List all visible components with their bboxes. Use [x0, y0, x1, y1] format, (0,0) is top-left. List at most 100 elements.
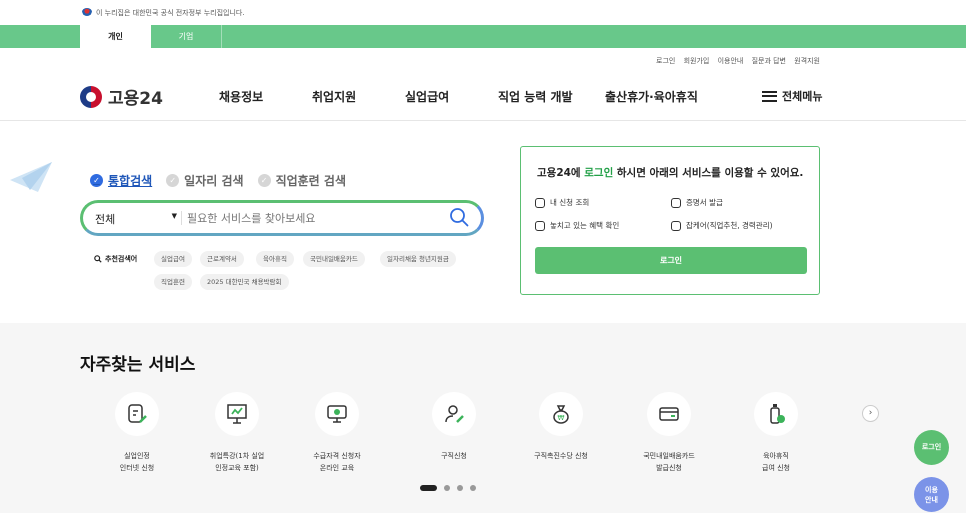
- favorite-item[interactable]: 육아휴직급여 신청: [731, 392, 821, 474]
- tab-personal[interactable]: 개인: [80, 25, 151, 48]
- favorite-label: 구직신청: [441, 452, 467, 460]
- service-jobcare[interactable]: 잡케어(직업추천, 경력관리): [671, 220, 773, 231]
- favorite-item[interactable]: 수급자격 신청자온라인 교육: [292, 392, 382, 474]
- util-link-guide[interactable]: 이용안내: [718, 57, 744, 65]
- header-divider: [0, 120, 966, 121]
- favorites-title: 자주찾는 서비스: [80, 355, 196, 375]
- service-my-applications[interactable]: 내 신청 조회: [535, 197, 589, 208]
- favorite-label: 온라인 교육: [319, 464, 355, 472]
- favorite-item[interactable]: ₩ 구직촉진수당 신청: [516, 392, 606, 462]
- jobcare-icon: [671, 220, 681, 231]
- service-label: 놓치고 있는 혜택 확인: [550, 221, 620, 230]
- gnb-item-unemployment[interactable]: 실업급여: [405, 88, 449, 105]
- check-icon: ✓: [257, 174, 271, 187]
- favorite-item[interactable]: 구직신청: [409, 392, 499, 462]
- keyword-chip[interactable]: 2025 대한민국 채용박람회: [200, 274, 289, 290]
- search-icon: [94, 255, 102, 263]
- search-type-label: 통합검색: [108, 174, 153, 188]
- gnb-item-jobs[interactable]: 채용정보: [219, 88, 263, 105]
- login-card-title: 고용24에 로그인 하시면 아래의 서비스를 이용할 수 있어요.: [537, 165, 803, 180]
- recommended-label-text: 추천검색어: [105, 255, 138, 263]
- carousel-dot[interactable]: [470, 485, 476, 491]
- carousel-pagination: [420, 485, 483, 491]
- keyword-chip[interactable]: 직업훈련: [154, 274, 192, 290]
- keyword-chip[interactable]: 근로계약서: [200, 251, 244, 267]
- gnb-item-parental-leave[interactable]: 출산휴가·육아휴직: [605, 88, 698, 105]
- carousel-dot[interactable]: [444, 485, 450, 491]
- service-certificate[interactable]: 증명서 발급: [671, 197, 723, 208]
- favorite-label: 국민내일배움카드: [643, 452, 695, 460]
- search-type-jobs[interactable]: ✓ 일자리 검색: [166, 172, 244, 189]
- service-label: 증명서 발급: [686, 198, 723, 207]
- favorite-item[interactable]: 실업인정인터넷 신청: [92, 392, 182, 474]
- service-benefits[interactable]: 놓치고 있는 혜택 확인: [535, 220, 619, 231]
- search-type-integrated[interactable]: ✓ 통합검색: [90, 172, 152, 189]
- keyword-chip[interactable]: 일자리채움 청년지원금: [380, 251, 456, 267]
- util-link-login[interactable]: 로그인: [656, 57, 675, 65]
- carousel-next-button[interactable]: ›: [862, 405, 879, 422]
- svg-text:₩: ₩: [558, 414, 565, 422]
- favorite-item[interactable]: 국민내일배움카드발급신청: [624, 392, 714, 474]
- title-login-link[interactable]: 로그인: [584, 167, 613, 179]
- favorite-label: 인정교육 포함): [215, 464, 259, 472]
- guide-label: 이용: [925, 486, 938, 494]
- benefit-search-icon: [535, 220, 545, 231]
- search-type-label: 일자리 검색: [184, 174, 244, 188]
- all-menu-button[interactable]: 전체메뉴: [762, 88, 822, 104]
- search-separator: [181, 211, 182, 225]
- recommended-keywords-label: 추천검색어: [94, 254, 137, 264]
- document-pen-icon: [115, 392, 159, 436]
- carousel-dot[interactable]: [457, 485, 463, 491]
- taegukgi-flag-icon: [82, 8, 92, 16]
- hamburger-icon: [762, 90, 777, 102]
- keyword-chip[interactable]: 국민내일배움카드: [303, 251, 365, 267]
- caret-down-icon: ▼: [171, 212, 177, 220]
- favorite-label: 취업특강(1차 실업: [209, 452, 265, 460]
- search-type-selector: ✓ 통합검색 ✓ 일자리 검색 ✓ 직업훈련 검색: [90, 172, 360, 189]
- search-category-select[interactable]: 전체 ▼: [95, 211, 177, 227]
- site-logo-name: 고용24: [108, 89, 163, 109]
- title-text: 고용24에: [537, 167, 585, 179]
- keyword-chip[interactable]: 실업급여: [154, 251, 192, 267]
- service-label: 잡케어(직업추천, 경력관리): [686, 221, 773, 230]
- baby-bottle-icon: [754, 392, 798, 436]
- site-logo[interactable]: 고용24: [80, 84, 163, 109]
- list-icon: [535, 197, 545, 208]
- search-input[interactable]: [187, 207, 427, 229]
- paper-plane-icon: [10, 162, 52, 192]
- gov-banner: 이 누리집은 대한민국 공식 전자정부 누리집입니다.: [0, 0, 966, 25]
- taeguk-logo-icon: [80, 85, 102, 108]
- favorite-label: 실업인정: [124, 452, 150, 460]
- favorite-label: 수급자격 신청자: [313, 452, 361, 460]
- carousel-dot-active[interactable]: [420, 485, 437, 491]
- util-link-remote[interactable]: 원격지원: [794, 57, 820, 65]
- search-icon[interactable]: [449, 207, 469, 227]
- util-links: 로그인 회원가입 이용안내 질문과 답변 원격지원: [650, 56, 820, 66]
- search-type-training[interactable]: ✓ 직업훈련 검색: [257, 172, 346, 189]
- keyword-chip[interactable]: 육아휴직: [256, 251, 294, 267]
- floating-guide-button[interactable]: 이용안내: [914, 477, 949, 512]
- favorite-item[interactable]: 취업특강(1차 실업인정교육 포함): [192, 392, 282, 474]
- login-card: 고용24에 로그인 하시면 아래의 서비스를 이용할 수 있어요. 내 신청 조…: [520, 146, 820, 295]
- login-button[interactable]: 로그인: [535, 247, 807, 274]
- favorite-label: 인터넷 신청: [119, 464, 155, 472]
- util-link-qna[interactable]: 질문과 답변: [752, 57, 786, 65]
- gnb-item-employment-support[interactable]: 취업지원: [312, 88, 356, 105]
- floating-login-button[interactable]: 로그인: [914, 430, 949, 465]
- gnb-item-vocational[interactable]: 직업 능력 개발: [498, 88, 573, 105]
- check-icon: ✓: [90, 174, 103, 187]
- search-type-label: 직업훈련 검색: [275, 174, 346, 188]
- favorite-label: 급여 신청: [762, 464, 790, 472]
- guide-label: 안내: [925, 496, 938, 504]
- lecture-board-icon: [215, 392, 259, 436]
- user-type-tabbar: 개인 기업: [0, 25, 966, 48]
- search-box: 전체 ▼: [80, 200, 484, 236]
- favorite-label: 구직촉진수당 신청: [534, 452, 588, 460]
- favorite-label: 육아휴직: [763, 452, 789, 460]
- util-link-signup[interactable]: 회원가입: [684, 57, 710, 65]
- tab-business[interactable]: 기업: [151, 25, 222, 48]
- search-category-value: 전체: [95, 213, 116, 226]
- favorite-label: 발급신청: [656, 464, 682, 472]
- check-icon: ✓: [166, 174, 180, 187]
- monitor-icon: [315, 392, 359, 436]
